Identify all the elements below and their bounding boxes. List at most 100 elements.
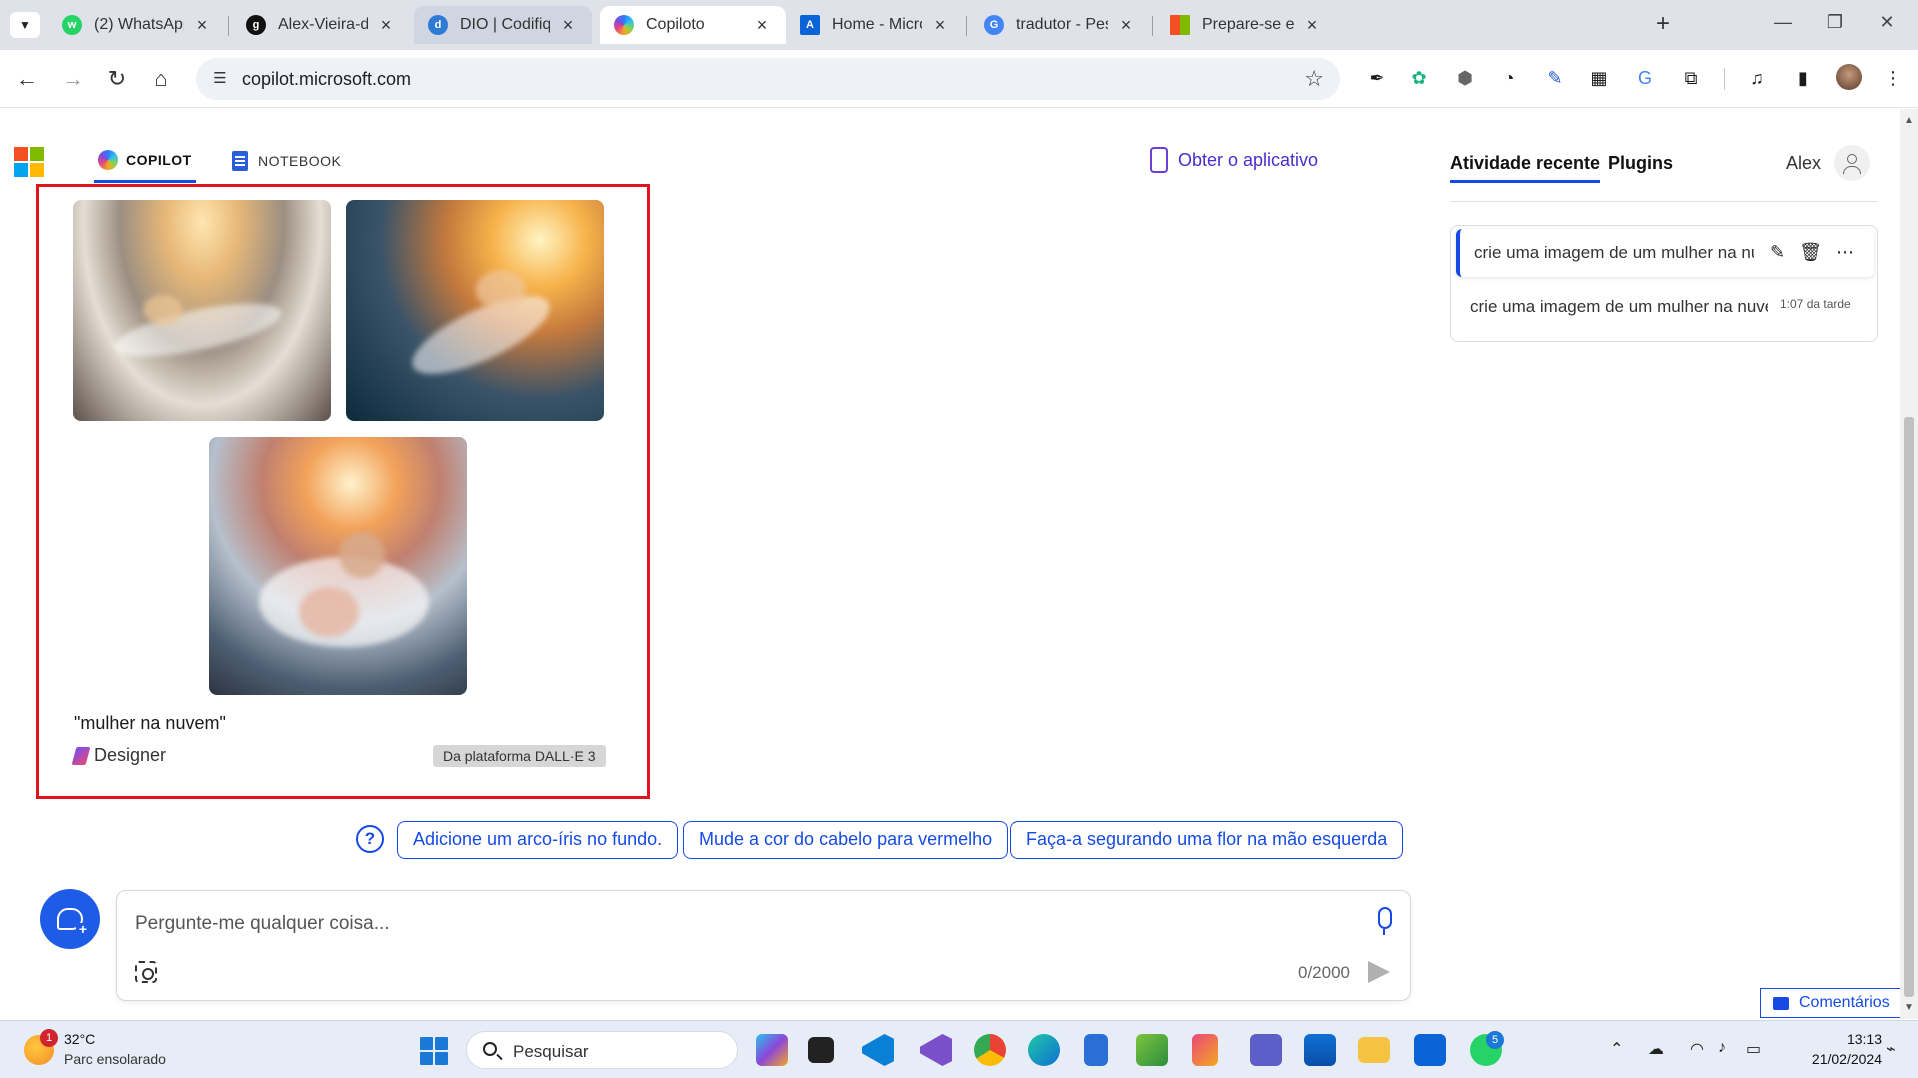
chrome-icon[interactable]	[974, 1034, 1006, 1066]
site-info-icon[interactable]: ☰	[210, 69, 230, 89]
tab-github[interactable]: g Alex-Vieira-da-Silva/ ×	[232, 6, 410, 44]
scroll-thumb[interactable]	[1904, 417, 1914, 997]
extensions-puzzle-icon[interactable]: ⧉	[1678, 65, 1704, 91]
designer-link[interactable]: Designer	[71, 745, 166, 766]
generated-image-3[interactable]	[209, 437, 467, 695]
help-question-icon[interactable]: ?	[356, 825, 384, 853]
generated-image-1[interactable]	[73, 200, 331, 421]
delete-trash-icon[interactable]: 🗑	[1799, 242, 1822, 263]
taskbar-search[interactable]: Pesquisar	[466, 1031, 738, 1069]
close-icon[interactable]: ×	[192, 15, 212, 36]
tab-plugins[interactable]: Plugins	[1608, 153, 1673, 174]
onedrive-cloud-icon[interactable]: ☁	[1648, 1039, 1664, 1059]
tab-copilot-nav[interactable]: COPILOT	[94, 139, 196, 183]
browser-menu-icon[interactable]: ⋮	[1880, 65, 1906, 91]
close-icon[interactable]: ×	[1302, 15, 1322, 36]
tree-extension-icon[interactable]: ✿	[1406, 65, 1432, 91]
tab-copilot[interactable]: Copiloto ×	[600, 6, 786, 44]
snipping-tool-icon[interactable]	[1192, 1034, 1218, 1066]
restore-button[interactable]: ❐	[1820, 12, 1850, 33]
get-app-link[interactable]: Obter o aplicativo	[1150, 147, 1318, 173]
vscode-icon[interactable]	[862, 1034, 894, 1066]
tab-google[interactable]: G tradutor - Pesquisa G ×	[970, 6, 1150, 44]
photos-icon[interactable]	[1136, 1034, 1168, 1066]
microsoft-logo[interactable]	[14, 147, 44, 177]
image-upload-icon[interactable]	[135, 961, 157, 983]
edit-pencil-icon[interactable]: ✎	[1770, 242, 1785, 263]
eyedropper-extension-icon[interactable]: ✒	[1364, 65, 1390, 91]
new-tab-button[interactable]: +	[1650, 12, 1676, 38]
cube-extension-icon[interactable]: ⬢	[1452, 65, 1478, 91]
page-scrollbar[interactable]: ▲ ▼	[1900, 109, 1918, 1019]
minimize-button[interactable]: —	[1768, 12, 1798, 33]
outlook-icon[interactable]	[1414, 1034, 1446, 1066]
edge-icon[interactable]	[1028, 1034, 1060, 1066]
weather-description[interactable]: Parc ensolarado	[64, 1051, 166, 1067]
url-text[interactable]: copilot.microsoft.com	[242, 69, 411, 90]
tab-recent-activity[interactable]: Atividade recente	[1450, 153, 1601, 183]
recent-activity-item[interactable]: crie uma imagem de um mulher na nuvem 1:…	[1456, 281, 1874, 333]
taskview-app-icon[interactable]	[808, 1037, 834, 1063]
start-square	[435, 1052, 448, 1065]
speed-extension-icon[interactable]: ◔	[1496, 65, 1522, 91]
qr-extension-icon[interactable]: ▦	[1586, 65, 1612, 91]
bookmark-star-icon[interactable]: ☆	[1304, 66, 1324, 92]
microphone-icon[interactable]	[1378, 907, 1392, 935]
suggestion-chip-rainbow[interactable]: Adicione um arco-íris no fundo.	[397, 821, 679, 859]
tab-search-button[interactable]: ▼	[10, 12, 40, 38]
file-explorer-icon[interactable]	[1358, 1037, 1390, 1063]
wifi-icon[interactable]: ◠	[1690, 1039, 1704, 1059]
new-topic-button[interactable]	[40, 889, 100, 949]
close-icon[interactable]: ×	[1116, 15, 1136, 36]
suggestion-chip-flower-left-hand[interactable]: Faça-a segurando uma flor na mão esquerd…	[1010, 821, 1404, 859]
translate-extension-icon[interactable]: G	[1632, 65, 1658, 91]
feedback-button[interactable]: Comentários	[1760, 988, 1903, 1018]
more-options-icon[interactable]: ⋯	[1836, 242, 1854, 263]
user-avatar-icon[interactable]	[1834, 145, 1870, 181]
ask-input[interactable]	[135, 909, 1315, 939]
tab-microsoft-learn[interactable]: Prepare-se e prepare ×	[1156, 6, 1336, 44]
profile-avatar[interactable]	[1836, 64, 1862, 90]
clock-time[interactable]: 13:13	[1832, 1031, 1882, 1047]
send-icon[interactable]	[1368, 961, 1390, 983]
clock-date[interactable]: 21/02/2024	[1790, 1051, 1882, 1067]
visual-studio-icon[interactable]	[920, 1034, 952, 1066]
scroll-down-arrow-icon[interactable]: ▼	[1904, 1002, 1914, 1013]
address-bar[interactable]: ☰ copilot.microsoft.com ☆	[196, 58, 1340, 100]
notification-bell-icon[interactable]: ⌁	[1886, 1039, 1896, 1059]
close-icon[interactable]: ×	[752, 15, 772, 36]
tab-notebook[interactable]: NOTEBOOK	[232, 139, 341, 183]
volume-icon[interactable]: ♪	[1718, 1039, 1726, 1057]
windows-start-icon[interactable]	[420, 1037, 448, 1065]
forward-button[interactable]: →	[58, 64, 88, 94]
close-icon[interactable]: ×	[376, 15, 396, 36]
azure-icon: A	[800, 15, 820, 35]
user-name[interactable]: Alex	[1786, 153, 1821, 174]
tab-whatsapp[interactable]: w (2) WhatsApp ×	[48, 6, 226, 44]
tab-azure[interactable]: A Home - Microsoft Az ×	[786, 6, 964, 44]
teams-icon[interactable]	[1250, 1034, 1282, 1066]
pen-extension-icon[interactable]: ✎	[1542, 65, 1568, 91]
tab-separator	[966, 16, 967, 36]
close-icon[interactable]: ×	[558, 15, 578, 36]
back-button[interactable]: ←	[12, 64, 42, 94]
tab-dio[interactable]: d DIO | Codifique o seu ×	[414, 6, 592, 44]
reload-button[interactable]: ↻	[102, 64, 132, 94]
google-icon: G	[984, 15, 1004, 35]
scroll-up-arrow-icon[interactable]: ▲	[1904, 115, 1914, 126]
close-icon[interactable]: ×	[930, 15, 950, 36]
character-counter: 0/2000	[1298, 963, 1350, 982]
notepad-icon[interactable]	[1084, 1034, 1108, 1066]
weather-temperature[interactable]: 32°C	[64, 1031, 95, 1047]
store-icon[interactable]	[1304, 1034, 1336, 1066]
suggestion-chip-red-hair[interactable]: Mude a cor do cabelo para vermelho	[683, 821, 1009, 859]
side-panel-icon[interactable]: ▮	[1790, 65, 1816, 91]
copilot-preview-app-icon[interactable]	[756, 1034, 788, 1066]
close-window-button[interactable]: ✕	[1872, 12, 1902, 33]
generated-image-2[interactable]	[346, 200, 604, 421]
battery-icon[interactable]: ▭	[1746, 1039, 1761, 1059]
home-button[interactable]: ⌂	[146, 64, 176, 94]
media-control-icon[interactable]: ♫	[1744, 65, 1770, 91]
chevron-up-icon[interactable]: ⌃	[1610, 1039, 1623, 1059]
recent-activity-item[interactable]: crie uma imagem de um mulher na nuvem ✎ …	[1456, 229, 1874, 277]
